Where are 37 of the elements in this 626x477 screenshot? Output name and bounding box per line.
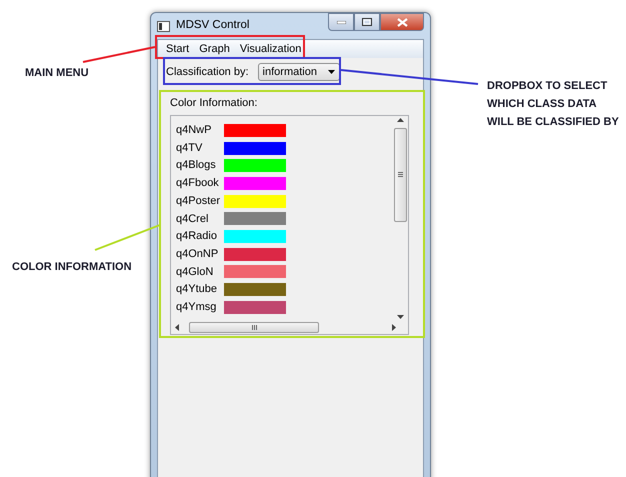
color-name: q4Ymsg [176, 300, 218, 315]
scroll-down-icon [396, 314, 404, 318]
color-name: q4Poster [176, 194, 222, 209]
annotation-label: COLOR INFORMATION [12, 260, 133, 275]
minimize-button[interactable] [328, 13, 354, 31]
leader-line [94, 224, 160, 251]
annotation-label: DROPBOX TO SELECT WHICH CLASS DATA WILL BE CLASSIFIED BY [487, 79, 620, 130]
scroll-up-icon [396, 118, 404, 122]
color-name: q4NwP [176, 123, 212, 138]
color-name: q4Fbook [176, 176, 220, 192]
menu-item[interactable]: Visualization [234, 41, 306, 57]
scroll-left-icon [175, 324, 179, 330]
color-name: q4Ytube [176, 282, 218, 298]
minimize-icon [336, 20, 346, 24]
color-name: q4Blogs [176, 158, 217, 174]
annotation-label: MAIN MENU [25, 66, 90, 81]
window-title: MDSV Control [176, 18, 250, 34]
app-icon [157, 20, 170, 32]
classification-label: Classification by: [166, 64, 249, 80]
classification-dropdown[interactable]: information [258, 63, 340, 81]
maximize-icon [362, 18, 372, 26]
caret-icon [328, 70, 335, 74]
color-name: q4GloN [176, 264, 214, 280]
close-button[interactable] [380, 13, 424, 31]
vertical-scrollbar[interactable] [392, 116, 408, 320]
color-name: q4Crel [176, 212, 210, 227]
color-name: q4TV [176, 140, 204, 156]
menu-item[interactable]: Start [161, 41, 194, 57]
grip-icon [398, 172, 402, 177]
grip-icon [252, 324, 256, 330]
scroll-right-icon [392, 324, 396, 330]
menu-item[interactable]: Graph [194, 41, 235, 57]
color-name: q4Radio [176, 229, 218, 244]
group-title: Color Information: [170, 96, 258, 111]
close-icon [396, 18, 408, 26]
color-name: q4OnNP [176, 246, 220, 262]
maximize-button[interactable] [354, 13, 380, 31]
